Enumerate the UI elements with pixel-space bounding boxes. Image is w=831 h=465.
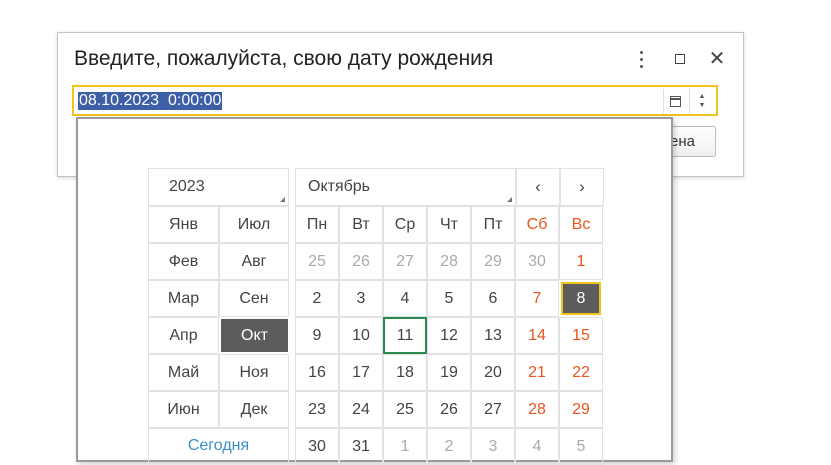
weekday-label: Вт bbox=[339, 206, 383, 243]
chevron-left-icon: ‹ bbox=[535, 177, 541, 196]
day-cell[interactable]: 1 bbox=[383, 428, 427, 465]
weekday-label: Сб bbox=[515, 206, 559, 243]
spin-down-icon[interactable]: ▼ bbox=[699, 101, 706, 110]
day-cell[interactable]: 24 bbox=[339, 391, 383, 428]
day-cell[interactable]: 27 bbox=[383, 243, 427, 280]
day-cell[interactable]: 17 bbox=[339, 354, 383, 391]
day-cell[interactable]: 3 bbox=[471, 428, 515, 465]
day-cell[interactable]: 13 bbox=[471, 317, 515, 354]
month-cell[interactable]: Сен bbox=[219, 280, 289, 317]
day-cell[interactable]: 27 bbox=[471, 391, 515, 428]
day-cell[interactable]: 28 bbox=[515, 391, 559, 428]
month-selector[interactable]: Октябрь bbox=[295, 168, 516, 206]
day-cell[interactable]: 21 bbox=[515, 354, 559, 391]
day-cell[interactable]: 2 bbox=[427, 428, 471, 465]
maximize-icon[interactable] bbox=[669, 48, 691, 70]
chevron-right-icon: › bbox=[579, 177, 585, 196]
weekday-label: Вс bbox=[559, 206, 603, 243]
day-cell[interactable]: 18 bbox=[383, 354, 427, 391]
day-cell[interactable]: 2 bbox=[295, 280, 339, 317]
day-cell[interactable]: 5 bbox=[559, 428, 603, 465]
month-cell[interactable]: Июн bbox=[148, 391, 219, 428]
date-input-value: 08.10.2023 0:00:00 bbox=[78, 92, 223, 110]
day-cell[interactable]: 1 bbox=[559, 243, 603, 280]
month-cell[interactable]: Ноя bbox=[219, 354, 289, 391]
day-cell[interactable]: 11 bbox=[383, 317, 427, 354]
day-cell[interactable]: 29 bbox=[471, 243, 515, 280]
day-cell[interactable]: 30 bbox=[515, 243, 559, 280]
month-cell[interactable]: Дек bbox=[219, 391, 289, 428]
month-cell[interactable]: Авг bbox=[219, 243, 289, 280]
day-cell[interactable]: 6 bbox=[471, 280, 515, 317]
day-cell[interactable]: 29 bbox=[559, 391, 603, 428]
month-cell[interactable]: Окт bbox=[221, 319, 288, 352]
day-cell[interactable]: 31 bbox=[339, 428, 383, 465]
month-cell[interactable]: Июл bbox=[219, 206, 289, 243]
day-cell[interactable]: 25 bbox=[383, 391, 427, 428]
month-title: Октябрь bbox=[308, 178, 371, 195]
next-month-button[interactable]: › bbox=[560, 168, 604, 206]
day-cell[interactable]: 12 bbox=[427, 317, 471, 354]
spin-buttons[interactable]: ▲ ▼ bbox=[689, 88, 714, 114]
day-cell[interactable]: 4 bbox=[383, 280, 427, 317]
more-menu-icon[interactable] bbox=[630, 48, 652, 70]
day-cell[interactable]: 5 bbox=[427, 280, 471, 317]
weekday-label: Чт bbox=[427, 206, 471, 243]
month-cell[interactable]: Апр bbox=[148, 317, 219, 354]
today-link[interactable]: Сегодня bbox=[148, 428, 289, 464]
month-cell[interactable]: Фев bbox=[148, 243, 219, 280]
prev-month-button[interactable]: ‹ bbox=[516, 168, 560, 206]
date-input-field[interactable]: 08.10.2023 0:00:00 ▲ ▼ bbox=[72, 85, 718, 116]
day-cell[interactable]: 15 bbox=[559, 317, 603, 354]
year-selector[interactable]: 2023 bbox=[148, 168, 289, 206]
day-cell[interactable]: 9 bbox=[295, 317, 339, 354]
weekday-label: Пт bbox=[471, 206, 515, 243]
weekday-label: Пн bbox=[295, 206, 339, 243]
day-cell[interactable]: 3 bbox=[339, 280, 383, 317]
day-cell[interactable]: 16 bbox=[295, 354, 339, 391]
day-cell[interactable]: 8 bbox=[561, 282, 601, 315]
day-cell[interactable]: 19 bbox=[427, 354, 471, 391]
month-cell[interactable]: Янв bbox=[148, 206, 219, 243]
spin-up-icon[interactable]: ▲ bbox=[699, 92, 706, 101]
month-cell[interactable]: Май bbox=[148, 354, 219, 391]
day-cell[interactable]: 30 bbox=[295, 428, 339, 465]
day-cell[interactable]: 23 bbox=[295, 391, 339, 428]
day-cell[interactable]: 14 bbox=[515, 317, 559, 354]
dropdown-corner-icon bbox=[507, 197, 512, 202]
day-cell[interactable]: 28 bbox=[427, 243, 471, 280]
weekday-label: Ср bbox=[383, 206, 427, 243]
calendar-icon[interactable] bbox=[663, 89, 686, 113]
day-cell[interactable]: 4 bbox=[515, 428, 559, 465]
day-cell[interactable]: 7 bbox=[515, 280, 559, 317]
dropdown-corner-icon bbox=[280, 197, 285, 202]
year-label: 2023 bbox=[169, 178, 205, 195]
day-cell[interactable]: 25 bbox=[295, 243, 339, 280]
day-cell[interactable]: 26 bbox=[427, 391, 471, 428]
day-cell[interactable]: 22 bbox=[559, 354, 603, 391]
day-cell[interactable]: 26 bbox=[339, 243, 383, 280]
dialog-title: Введите, пожалуйста, свою дату рождения bbox=[74, 47, 494, 70]
month-cell[interactable]: Мар bbox=[148, 280, 219, 317]
day-cell[interactable]: 10 bbox=[339, 317, 383, 354]
day-cell[interactable]: 20 bbox=[471, 354, 515, 391]
close-icon[interactable]: ✕ bbox=[706, 48, 728, 70]
